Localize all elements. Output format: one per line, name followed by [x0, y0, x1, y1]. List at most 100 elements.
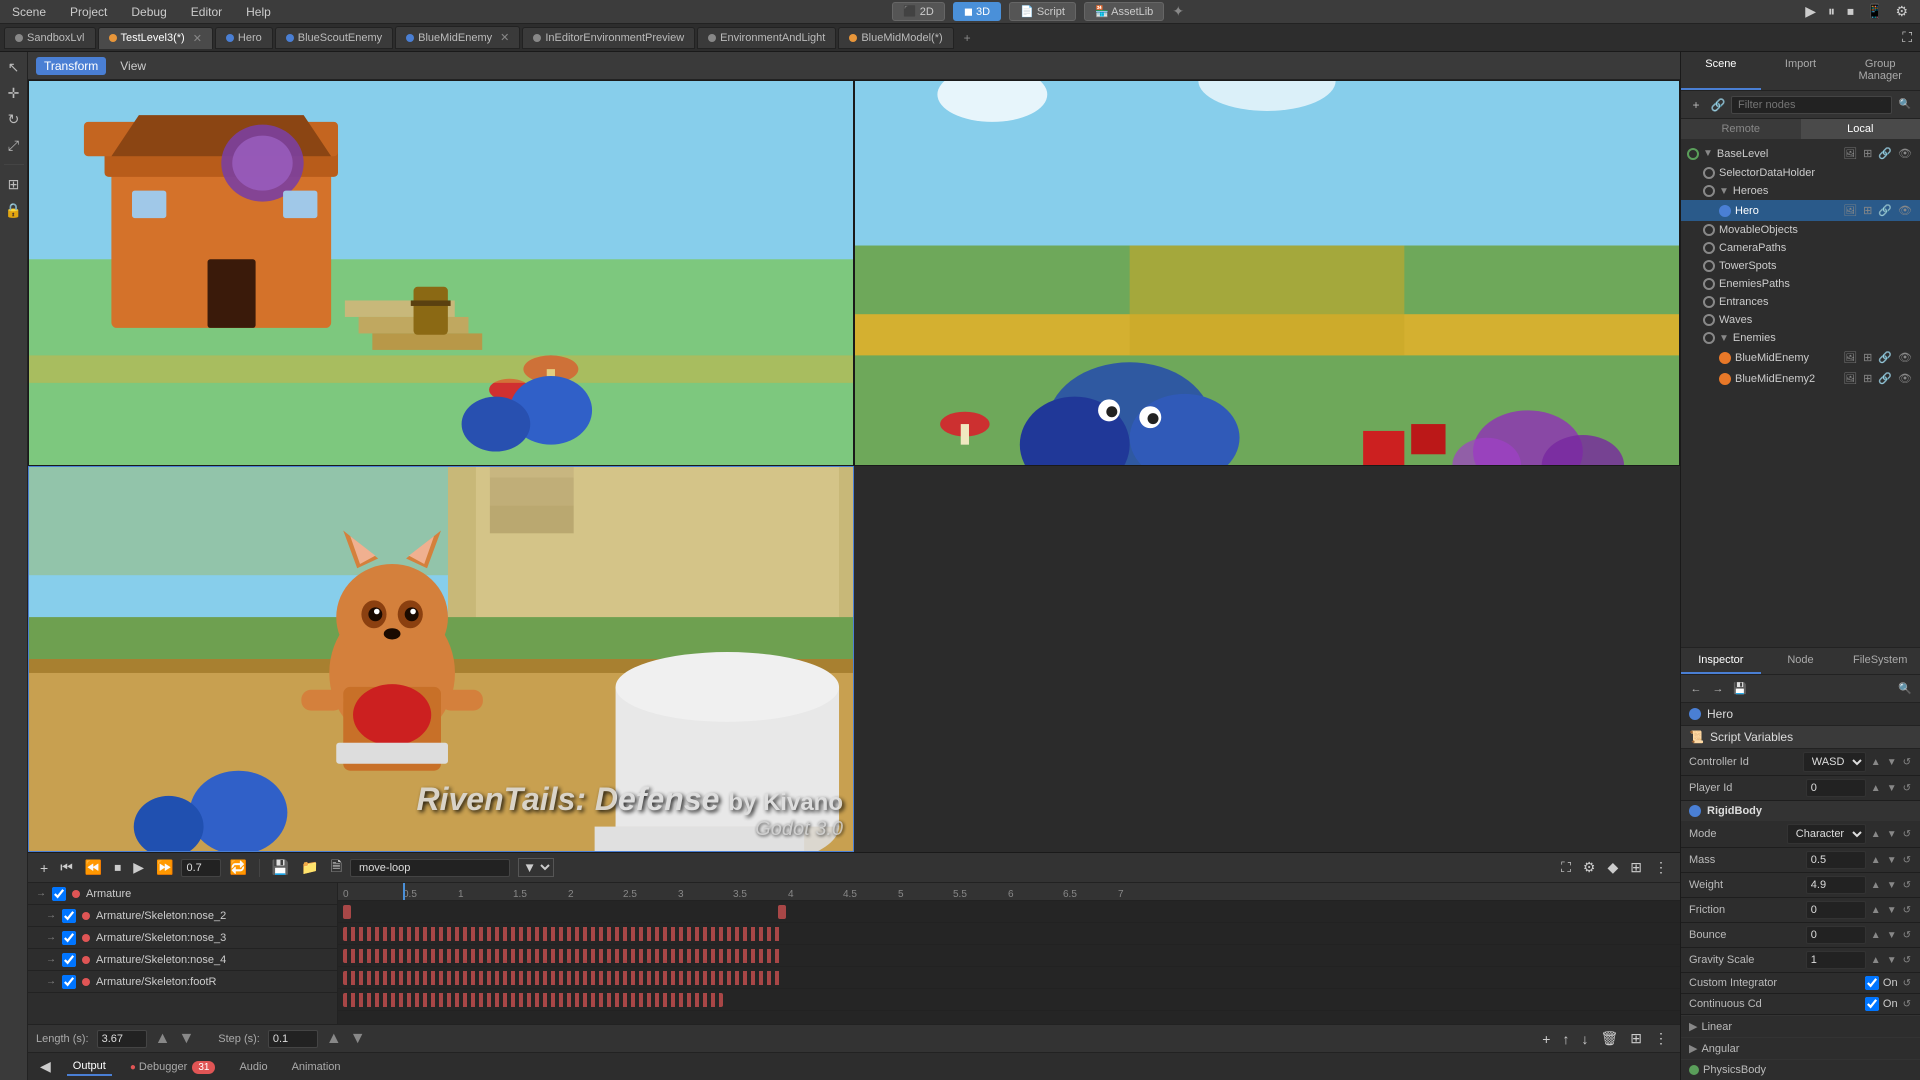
output-tab-animation[interactable]: Animation: [286, 1059, 347, 1075]
anim-stop[interactable]: ⏹: [110, 857, 125, 878]
mass-reset[interactable]: ↺: [1902, 855, 1912, 866]
mass-input[interactable]: [1806, 851, 1866, 869]
mode-up[interactable]: ▲: [1870, 829, 1882, 840]
tree-item-towerspots[interactable]: TowerSpots: [1681, 257, 1920, 275]
tree-item-hero[interactable]: Hero 🖼 ⊞ 🔗 👁: [1681, 200, 1920, 221]
anim-play[interactable]: ▶: [129, 857, 148, 878]
tree-item-bluemidenemy2[interactable]: BlueMidEnemy2 🖼 ⊞ 🔗 👁: [1681, 368, 1920, 389]
anim-folder[interactable]: 📁: [297, 857, 322, 878]
mass-up[interactable]: ▲: [1870, 855, 1882, 866]
mode-3d-btn[interactable]: ◼ 3D: [953, 2, 1001, 21]
bme-action4[interactable]: 👁: [1896, 350, 1914, 365]
playerid-up[interactable]: ▲: [1870, 783, 1882, 794]
playerid-input[interactable]: [1806, 779, 1866, 797]
stop-btn[interactable]: ⏹: [1843, 1, 1858, 22]
scene-search-btn[interactable]: 🔍: [1896, 96, 1914, 114]
mode-select[interactable]: Character: [1787, 824, 1866, 844]
bme-action2[interactable]: ⊞: [1861, 350, 1874, 365]
anim-delete-btn[interactable]: 🗑: [1596, 1028, 1622, 1049]
tab-close[interactable]: ✕: [500, 31, 509, 44]
anim-keyframe[interactable]: ◆: [1603, 857, 1622, 878]
tab-sandboxlvl[interactable]: SandboxLvl: [4, 27, 96, 49]
menu-debug[interactable]: Debug: [127, 3, 170, 21]
tab-testlevel3[interactable]: TestLevel3(*) ✕: [98, 27, 213, 49]
tab-add-btn[interactable]: +: [956, 27, 979, 49]
baselevel-action4[interactable]: 👁: [1896, 146, 1914, 161]
output-tab-debugger[interactable]: ● Debugger 31: [124, 1059, 222, 1075]
hero-action4[interactable]: 👁: [1896, 203, 1914, 218]
anim-new[interactable]: 🗎: [327, 854, 346, 882]
menu-help[interactable]: Help: [242, 3, 275, 21]
lock-tool[interactable]: 🔒: [3, 199, 25, 221]
step-up[interactable]: ▲: [326, 1030, 342, 1048]
tree-item-baselevel[interactable]: ▼ BaseLevel 🖼 ⊞ 🔗 👁: [1681, 143, 1920, 164]
mode-reset[interactable]: ↺: [1902, 829, 1912, 840]
controllerid-select[interactable]: WASD: [1803, 752, 1866, 772]
local-btn[interactable]: Local: [1801, 119, 1920, 139]
linear-collapse-header[interactable]: ▶ Linear: [1681, 1016, 1920, 1037]
controllerid-up[interactable]: ▲: [1870, 757, 1882, 768]
insp-back-btn[interactable]: ←: [1687, 680, 1705, 698]
rigidbody-section-header[interactable]: RigidBody: [1681, 801, 1920, 821]
tree-item-enemiespaths[interactable]: EnemiesPaths: [1681, 275, 1920, 293]
move-tool[interactable]: ✛: [3, 82, 25, 104]
baselevel-action1[interactable]: 🖼: [1841, 146, 1859, 161]
output-tab-output[interactable]: Output: [67, 1058, 112, 1076]
settings-btn[interactable]: ⚙: [1891, 1, 1912, 22]
mode-2d-btn[interactable]: ⬛ 2D: [892, 2, 945, 21]
length-up[interactable]: ▲: [155, 1030, 171, 1048]
tree-item-camerapaths[interactable]: CameraPaths: [1681, 239, 1920, 257]
length-down[interactable]: ▼: [178, 1030, 194, 1048]
panel-tab-scene[interactable]: Scene: [1681, 52, 1761, 90]
anim-name-input[interactable]: [350, 859, 510, 877]
tab-bluescoutenemy[interactable]: BlueScoutEnemy: [275, 27, 393, 49]
mode-assetlib-btn[interactable]: 🏪 AssetLib: [1084, 2, 1164, 21]
tree-item-selectordataholder[interactable]: SelectorDataHolder: [1681, 164, 1920, 182]
viewport-topleft[interactable]: [28, 80, 854, 466]
script-variables-header[interactable]: 📜 Script Variables: [1681, 726, 1920, 749]
pause-btn[interactable]: ⏸: [1824, 1, 1839, 22]
hero-action2[interactable]: ⊞: [1861, 203, 1874, 218]
output-tab-audio[interactable]: Audio: [233, 1059, 273, 1075]
continuouscd-reset[interactable]: ↺: [1902, 999, 1912, 1010]
weight-down[interactable]: ▼: [1886, 880, 1898, 891]
snap-tool[interactable]: ⊞: [3, 173, 25, 195]
anim-save[interactable]: 💾: [268, 857, 293, 878]
panel-tab-import[interactable]: Import: [1761, 52, 1841, 90]
tree-item-enemies[interactable]: ▼ Enemies: [1681, 329, 1920, 347]
transform-btn[interactable]: Transform: [36, 57, 106, 75]
gravityscale-up[interactable]: ▲: [1870, 955, 1882, 966]
anim-down-btn[interactable]: ↓: [1577, 1028, 1592, 1049]
tab-close[interactable]: ✕: [193, 32, 202, 45]
track-check-nose2[interactable]: [62, 909, 76, 923]
gravityscale-down[interactable]: ▼: [1886, 955, 1898, 966]
track-check-footr[interactable]: [62, 975, 76, 989]
bme-action3[interactable]: 🔗: [1876, 350, 1894, 365]
anim-settings2[interactable]: ⚙: [1579, 857, 1600, 878]
anim-prev-key[interactable]: ⏪: [81, 857, 106, 878]
bounce-input[interactable]: [1806, 926, 1866, 944]
continuouscd-check[interactable]: [1865, 997, 1879, 1011]
hero-action1[interactable]: 🖼: [1841, 203, 1859, 218]
track-check-nose4[interactable]: [62, 953, 76, 967]
tab-bluemidmodel[interactable]: BlueMidModel(*): [838, 27, 953, 49]
tab-hero[interactable]: Hero: [215, 27, 273, 49]
gravityscale-input[interactable]: [1806, 951, 1866, 969]
baselevel-action2[interactable]: ⊞: [1861, 146, 1874, 161]
bme2-action4[interactable]: 👁: [1896, 371, 1914, 386]
inspector-tab-filesystem[interactable]: FileSystem: [1840, 648, 1920, 674]
anim-add-track[interactable]: +: [36, 858, 52, 878]
anim-up-btn[interactable]: ↑: [1558, 1028, 1573, 1049]
insp-search-btn[interactable]: 🔍: [1896, 680, 1914, 698]
track-check-nose3[interactable]: [62, 931, 76, 945]
tab-ineditor[interactable]: InEditorEnvironmentPreview: [522, 27, 695, 49]
weight-reset[interactable]: ↺: [1902, 880, 1912, 891]
anim-more[interactable]: ⋮: [1650, 857, 1672, 878]
step-down[interactable]: ▼: [350, 1030, 366, 1048]
tree-item-waves[interactable]: Waves: [1681, 311, 1920, 329]
friction-input[interactable]: [1806, 901, 1866, 919]
menu-project[interactable]: Project: [66, 3, 111, 21]
controllerid-down[interactable]: ▼: [1886, 757, 1898, 768]
anim-keyframes[interactable]: 0 0.5 1 1.5 2 2.5 3 3.5 4 4.5 5 5.5 6 6.…: [338, 883, 1680, 1024]
tree-item-heroes[interactable]: ▼ Heroes: [1681, 182, 1920, 200]
